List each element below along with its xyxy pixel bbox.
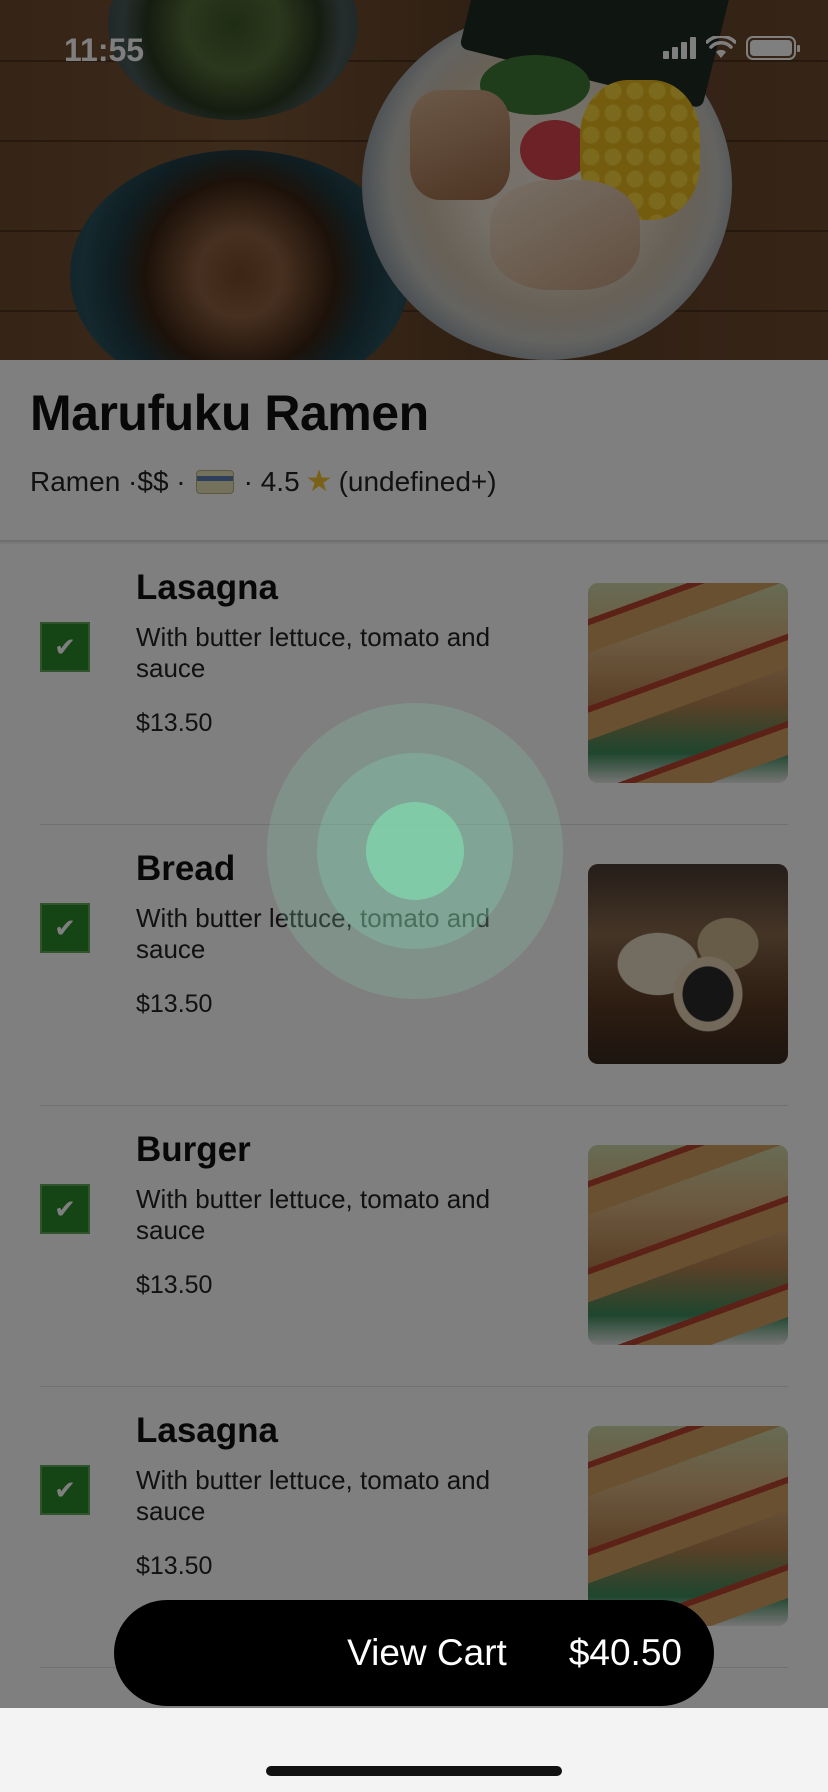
item-title: Bread [136, 849, 236, 888]
menu-list[interactable]: ✔ Lasagna With butter lettuce, tomato an… [0, 544, 828, 1708]
view-cart-label: View Cart [347, 1632, 507, 1673]
item-checkbox[interactable]: ✔ [40, 622, 90, 672]
restaurant-header: Marufuku Ramen Ramen ·$$ · · 4.5 ★ (unde… [0, 360, 828, 542]
check-icon: ✔ [54, 1193, 76, 1224]
check-icon: ✔ [54, 1474, 76, 1505]
status-bar: 11:55 [0, 0, 828, 100]
bread-image [588, 864, 788, 1064]
hotdog-image [588, 583, 788, 783]
item-checkbox[interactable]: ✔ [40, 1465, 90, 1515]
wifi-icon [706, 36, 736, 58]
item-checkbox[interactable]: ✔ [40, 1184, 90, 1234]
pork-bowl-image [70, 150, 410, 360]
credit-card-icon [195, 469, 234, 494]
star-icon: ★ [305, 465, 333, 498]
menu-item[interactable]: ✔ Bread With butter lettuce, tomato and … [40, 825, 788, 1106]
bottom-safe-area [0, 1708, 828, 1792]
item-checkbox[interactable]: ✔ [40, 903, 90, 953]
item-title: Lasagna [136, 1411, 278, 1450]
item-description: With butter lettuce, tomato and sauce [136, 1465, 491, 1526]
view-cart-button[interactable]: View Cart $40.50 [114, 1600, 714, 1706]
menu-item[interactable]: ✔ Lasagna With butter lettuce, tomato an… [40, 544, 788, 825]
hotdog-image [588, 1426, 788, 1626]
battery-icon [746, 36, 800, 60]
check-icon: ✔ [54, 912, 76, 943]
item-description: With butter lettuce, tomato and sauce [136, 903, 491, 964]
item-description: With butter lettuce, tomato and sauce [136, 622, 491, 683]
item-price: $13.50 [136, 1552, 213, 1580]
cart-total: $40.50 [568, 1632, 682, 1673]
item-description: With butter lettuce, tomato and sauce [136, 1184, 491, 1245]
item-price: $13.50 [136, 990, 213, 1018]
item-title: Lasagna [136, 568, 278, 607]
hotdog-image [588, 1145, 788, 1345]
cellular-signal-icon [663, 37, 696, 59]
restaurant-name: Marufuku Ramen [30, 385, 429, 441]
item-price: $13.50 [136, 1271, 213, 1299]
restaurant-info: Ramen ·$$ · · 4.5 ★ (undefined+) [30, 465, 497, 498]
check-icon: ✔ [54, 631, 76, 662]
menu-item[interactable]: ✔ Burger With butter lettuce, tomato and… [40, 1106, 788, 1387]
home-indicator[interactable] [266, 1766, 562, 1776]
status-time: 11:55 [64, 32, 145, 68]
item-price: $13.50 [136, 709, 213, 737]
item-title: Burger [136, 1130, 251, 1169]
